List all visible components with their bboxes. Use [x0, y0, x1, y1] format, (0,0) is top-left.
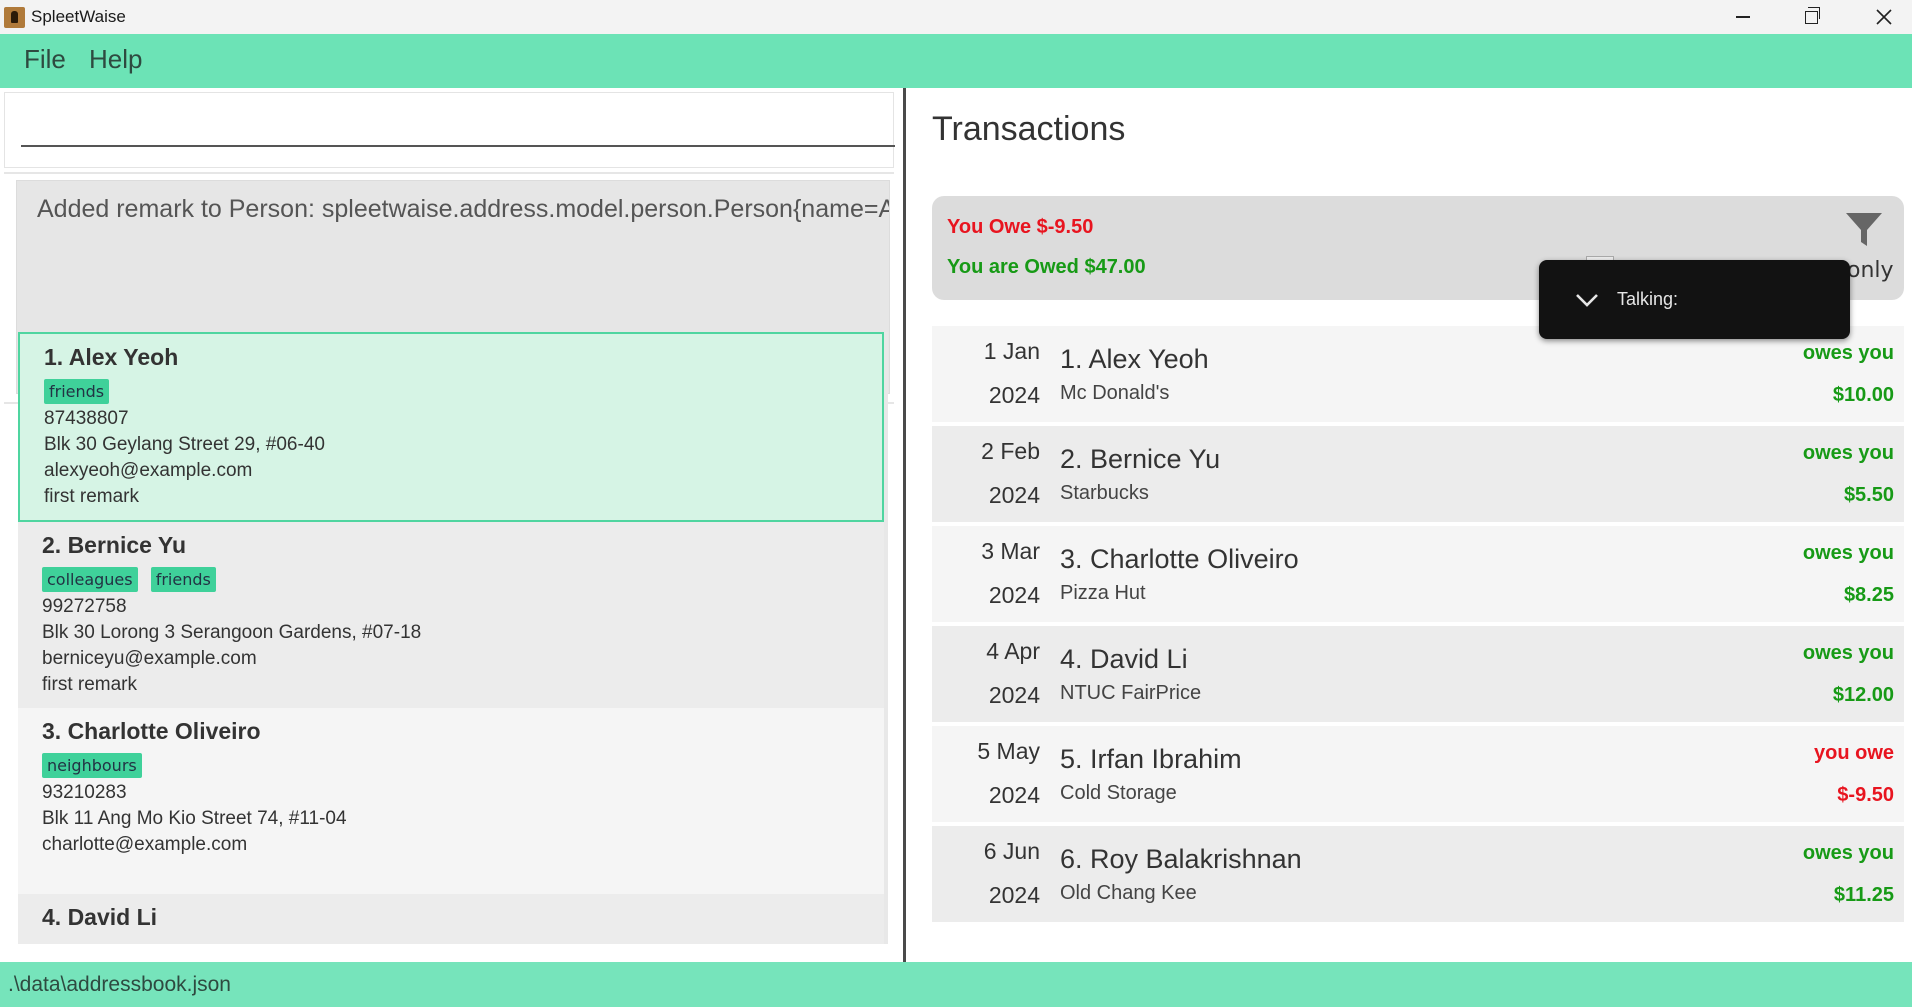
menu-file[interactable]: File	[24, 44, 66, 75]
tx-person-name: 5. Irfan Ibrahim	[1060, 744, 1242, 774]
person-address: Blk 30 Geylang Street 29, #06-40	[44, 434, 325, 455]
tx-amount: $5.50	[1843, 484, 1894, 506]
person-phone: 99272758	[42, 596, 127, 617]
you-are-owed-total: You are Owed $47.00	[947, 256, 1146, 278]
maximize-button[interactable]	[1777, 0, 1846, 34]
tx-date-day: 4 Apr	[986, 638, 1040, 664]
tx-direction: owes you	[1802, 342, 1894, 364]
tx-amount: $11.25	[1833, 884, 1894, 906]
person-list-scrollbar[interactable]	[884, 332, 888, 944]
you-owe-total: You Owe $-9.50	[947, 216, 1094, 238]
tx-date-year: 2024	[988, 782, 1040, 808]
transaction-row[interactable]: 4 Apr 2024 4. David Li NTUC FairPrice ow…	[932, 626, 1904, 722]
tx-amount: $-9.50	[1837, 784, 1894, 806]
transactions-heading: Transactions	[932, 110, 1126, 148]
tag: friends	[44, 379, 110, 404]
tx-amount: $8.25	[1843, 584, 1894, 606]
person-name: 4. David Li	[42, 904, 158, 930]
person-card[interactable]: 2. Bernice Yu colleagues friends 9927275…	[18, 522, 884, 708]
transaction-row[interactable]: 5 May 2024 5. Irfan Ibrahim Cold Storage…	[932, 726, 1904, 822]
tag: neighbours	[42, 753, 142, 778]
minimize-button[interactable]	[1708, 0, 1777, 34]
tx-person-name: 1. Alex Yeoh	[1060, 344, 1209, 374]
tx-date-year: 2024	[988, 382, 1040, 408]
transaction-row[interactable]: 1 Jan 2024 1. Alex Yeoh Mc Donald's owes…	[932, 326, 1904, 422]
person-tags: friends	[44, 379, 882, 406]
tx-date-year: 2024	[988, 882, 1040, 908]
tx-description: Mc Donald's	[1060, 382, 1170, 404]
person-email: alexyeoh@example.com	[44, 460, 253, 481]
person-phone: 87438807	[44, 408, 129, 429]
tag: friends	[150, 567, 216, 592]
tooltip-text: Talking:	[1617, 289, 1679, 309]
tx-description: Old Chang Kee	[1060, 882, 1197, 904]
minimize-icon	[1735, 16, 1750, 18]
menu-bar: File Help	[0, 34, 1912, 88]
close-icon	[1875, 9, 1892, 25]
tx-description: Pizza Hut	[1060, 582, 1146, 604]
tx-person-name: 3. Charlotte Oliveiro	[1060, 544, 1299, 574]
left-pane: Added remark to Person: spleetwaise.addr…	[0, 88, 904, 962]
talking-tooltip[interactable]: Talking:	[1539, 260, 1850, 339]
person-list[interactable]: 1. Alex Yeoh friends 87438807 Blk 30 Gey…	[18, 332, 888, 944]
tag: colleagues	[42, 567, 138, 592]
right-pane: Transactions You Owe $-9.50 You are Owed…	[906, 88, 1912, 962]
person-remark: first remark	[42, 674, 137, 695]
person-tags: neighbours	[42, 753, 884, 780]
tx-date-year: 2024	[988, 482, 1040, 508]
close-button[interactable]	[1849, 0, 1912, 34]
person-name: 2. Bernice Yu	[42, 532, 187, 558]
tx-date-day: 5 May	[977, 738, 1040, 764]
person-tags: colleagues friends	[42, 567, 884, 594]
tx-date-day: 2 Feb	[981, 438, 1040, 464]
status-file-path: .\data\addressbook.json	[8, 973, 231, 996]
result-text: Added remark to Person: spleetwaise.addr…	[37, 195, 890, 223]
window-title: SpleetWaise	[31, 7, 126, 26]
tx-description: Starbucks	[1060, 482, 1149, 504]
person-card[interactable]: 4. David Li	[18, 894, 884, 944]
person-card[interactable]: 1. Alex Yeoh friends 87438807 Blk 30 Gey…	[18, 332, 884, 522]
tx-description: Cold Storage	[1060, 782, 1177, 804]
tx-person-name: 4. David Li	[1060, 644, 1188, 674]
person-card[interactable]: 3. Charlotte Oliveiro neighbours 9321028…	[18, 708, 884, 894]
filter-only-label: only	[1847, 258, 1894, 283]
tx-direction: you owe	[1813, 742, 1894, 764]
restore-icon	[1805, 6, 1820, 24]
person-address: Blk 11 Ang Mo Kio Street 74, #11-04	[42, 808, 347, 829]
tx-date-day: 3 Mar	[981, 538, 1040, 564]
tx-date-year: 2024	[988, 682, 1040, 708]
tx-description: NTUC FairPrice	[1060, 682, 1202, 704]
tx-amount: $10.00	[1832, 384, 1894, 406]
tx-person-name: 6. Roy Balakrishnan	[1060, 844, 1302, 874]
person-name: 3. Charlotte Oliveiro	[42, 718, 261, 744]
app-icon	[4, 7, 25, 28]
filter-icon[interactable]	[1844, 210, 1884, 250]
menu-help[interactable]: Help	[89, 44, 142, 75]
person-remark: first remark	[44, 486, 139, 507]
person-address: Blk 30 Lorong 3 Serangoon Gardens, #07-1…	[42, 622, 422, 643]
chevron-down-icon[interactable]	[1575, 288, 1599, 312]
tx-direction: owes you	[1802, 542, 1894, 564]
transaction-row[interactable]: 6 Jun 2024 6. Roy Balakrishnan Old Chang…	[932, 826, 1904, 922]
transaction-list[interactable]: 1 Jan 2024 1. Alex Yeoh Mc Donald's owes…	[932, 326, 1904, 926]
title-bar: SpleetWaise	[0, 0, 1912, 34]
person-email: charlotte@example.com	[42, 834, 248, 855]
tx-person-name: 2. Bernice Yu	[1060, 444, 1221, 474]
command-input[interactable]	[21, 107, 895, 147]
tx-date-day: 1 Jan	[983, 338, 1040, 364]
tx-date-year: 2024	[988, 582, 1040, 608]
tx-direction: owes you	[1802, 642, 1894, 664]
tx-direction: owes you	[1802, 442, 1894, 464]
transaction-row[interactable]: 2 Feb 2024 2. Bernice Yu Starbucks owes …	[932, 426, 1904, 522]
tx-date-day: 6 Jun	[983, 838, 1040, 864]
person-email: berniceyu@example.com	[42, 648, 257, 669]
person-name: 1. Alex Yeoh	[44, 344, 179, 370]
tx-direction: owes you	[1802, 842, 1894, 864]
command-box	[4, 92, 895, 168]
tx-amount: $12.00	[1832, 684, 1894, 706]
transaction-row[interactable]: 3 Mar 2024 3. Charlotte Oliveiro Pizza H…	[932, 526, 1904, 622]
person-phone: 93210283	[42, 782, 127, 803]
status-bar: .\data\addressbook.json	[0, 962, 1912, 1007]
